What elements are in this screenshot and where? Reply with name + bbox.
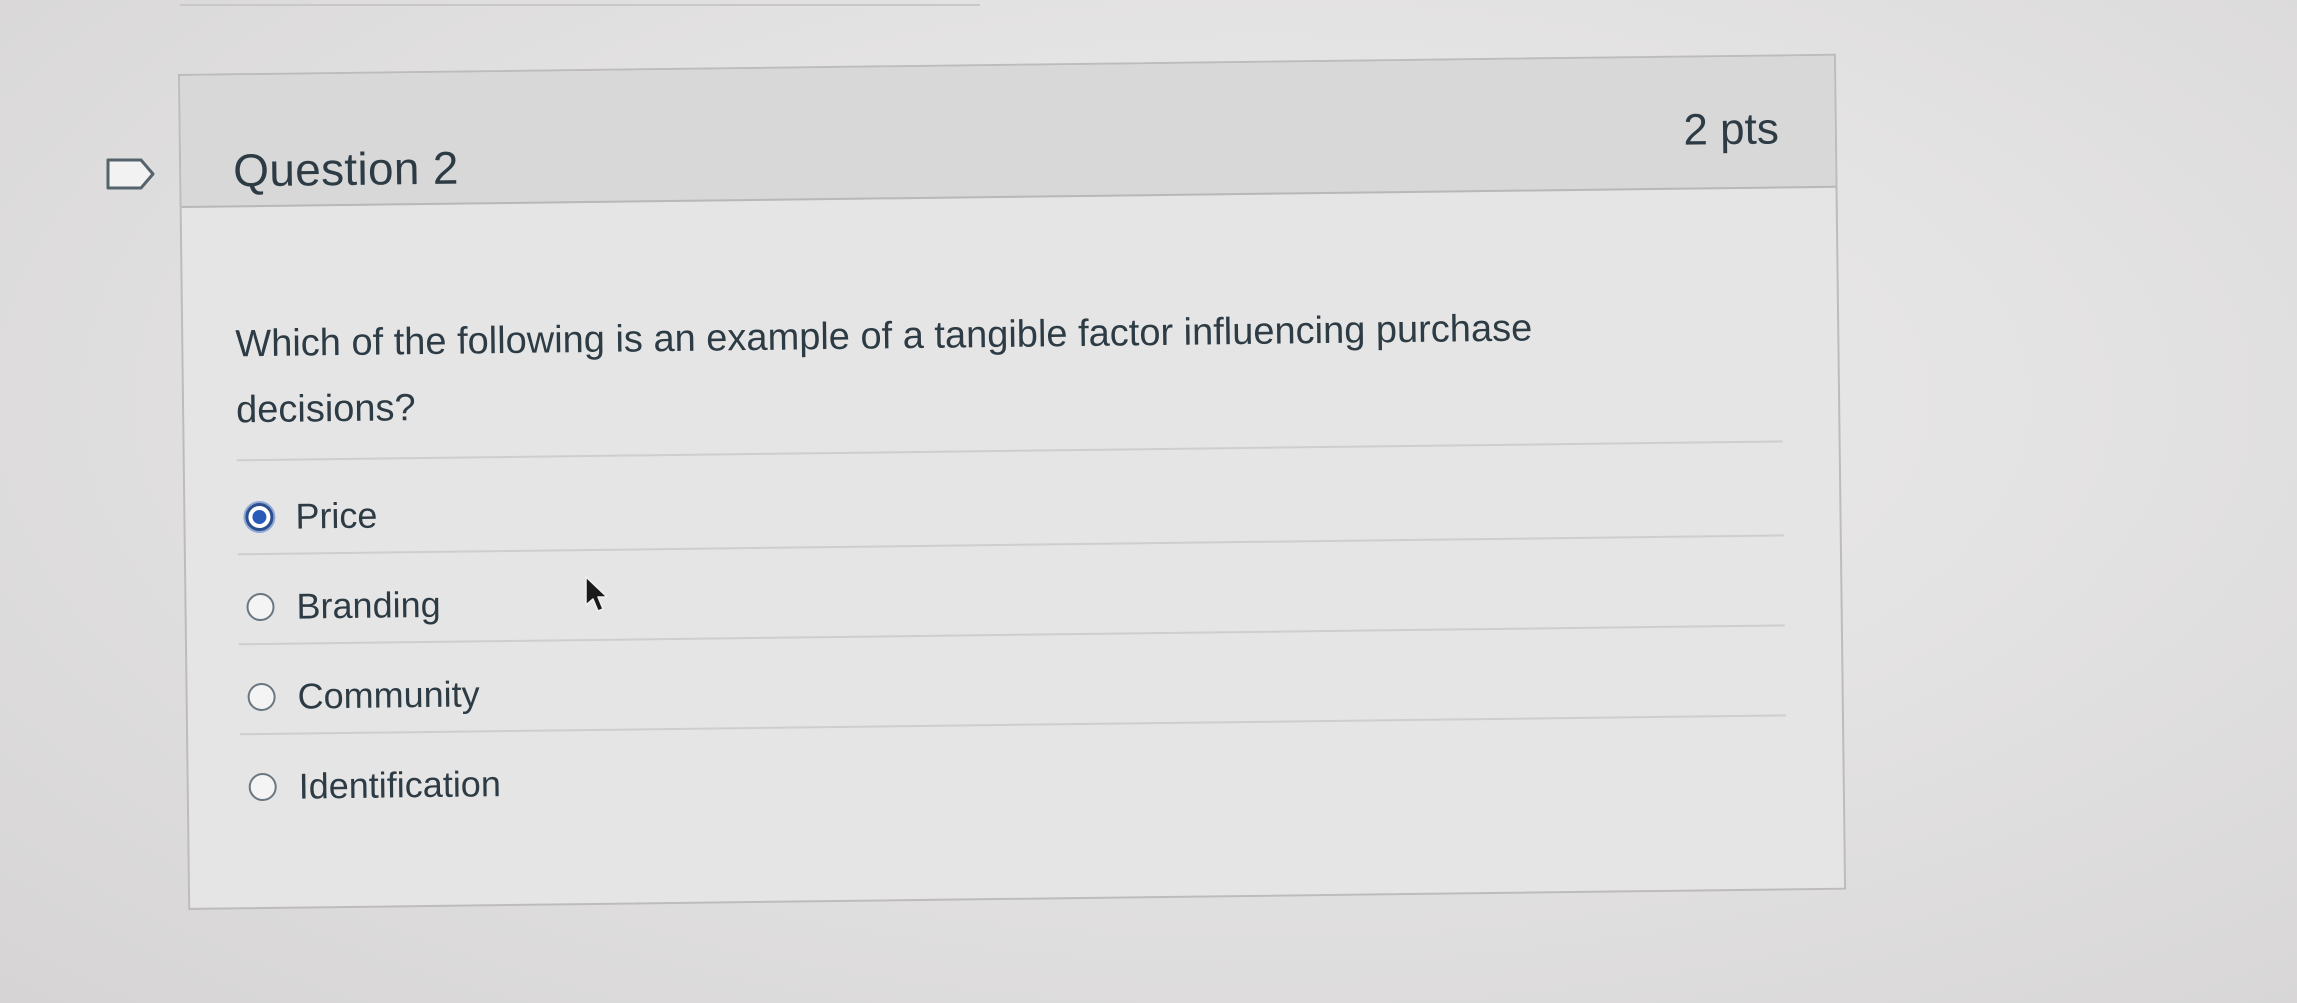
answer-divider [238,624,1785,646]
answer-label: Community [297,673,480,717]
answer-label: Price [295,494,378,537]
question-title: Question 2 [232,141,459,197]
answer-divider [237,534,1784,556]
answer-label: Identification [298,763,502,807]
answer-option-price[interactable]: Price [245,486,378,548]
radio-unselected-icon[interactable] [247,682,276,712]
question-points: 2 pts [1683,104,1780,155]
bookmark-flag-icon[interactable] [105,157,157,191]
radio-unselected-icon[interactable] [246,592,275,622]
previous-question-edge [180,0,980,6]
radio-selected-icon[interactable] [245,502,274,532]
answer-option-identification[interactable]: Identification [248,754,501,817]
answer-option-community[interactable]: Community [247,664,480,727]
answer-option-branding[interactable]: Branding [246,575,441,637]
radio-unselected-icon[interactable] [248,772,277,802]
question-header: Question 2 2 pts [180,55,1836,208]
answers-divider-top [236,440,1783,462]
mouse-pointer-icon [585,576,608,612]
question-card: Question 2 2 pts Which of the following … [178,53,1847,910]
question-text: Which of the following is an example of … [235,307,1533,432]
answer-label: Branding [296,583,441,627]
